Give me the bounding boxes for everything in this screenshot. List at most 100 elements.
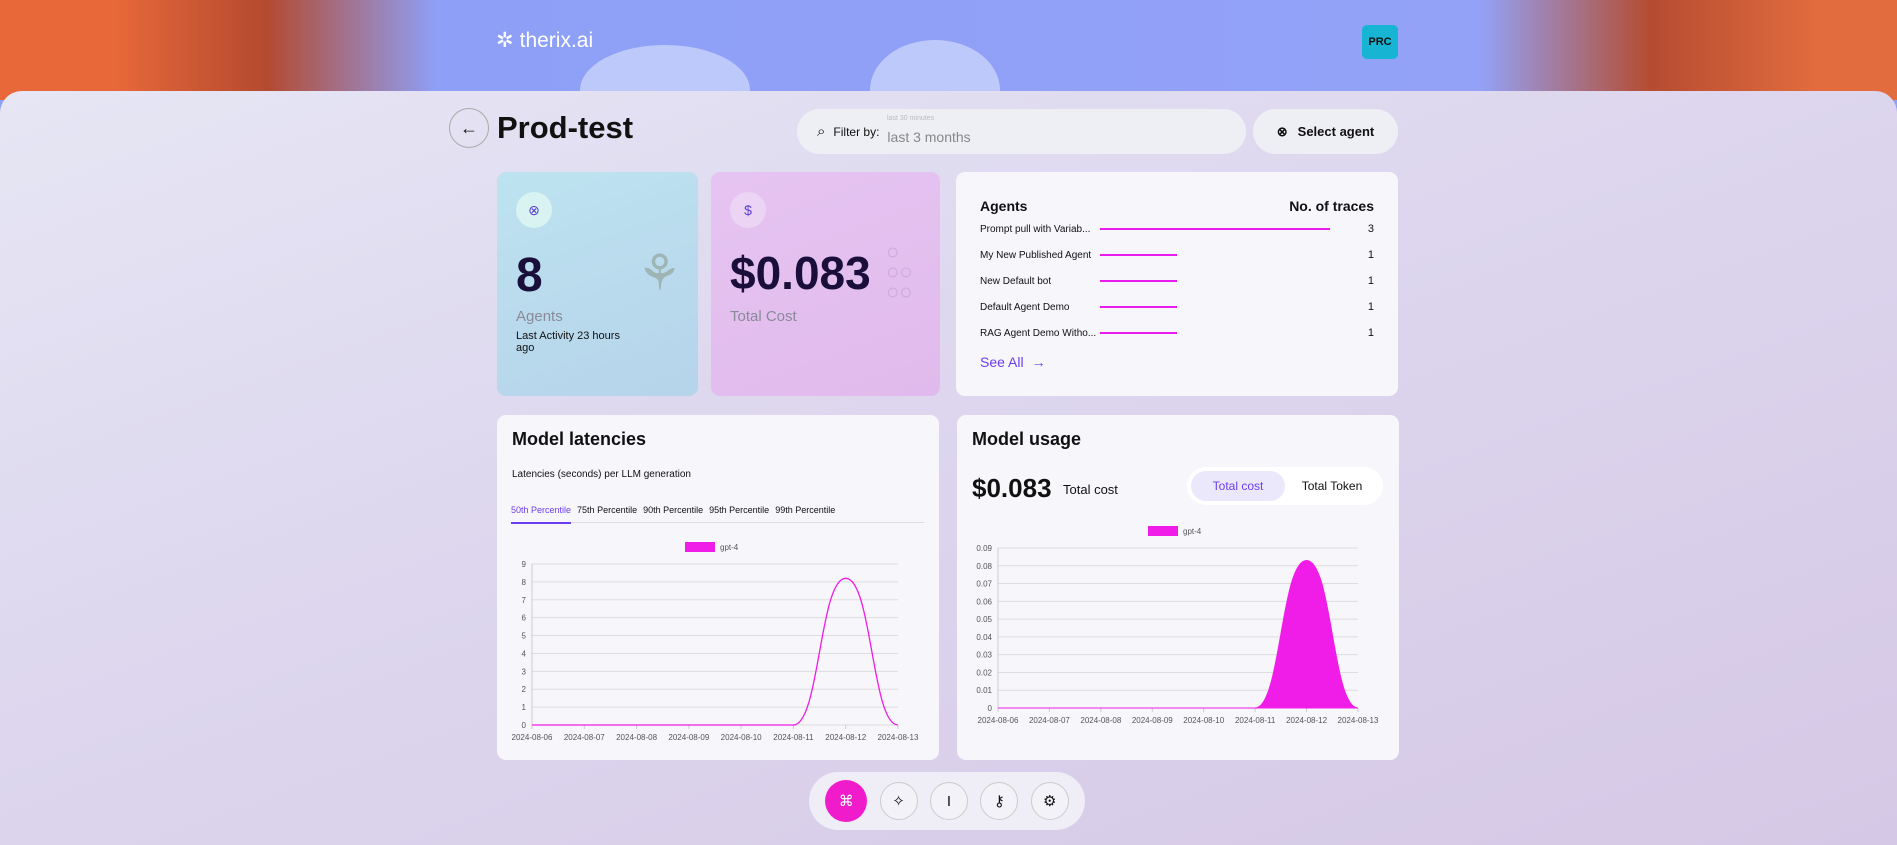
series-line-gpt-4: [532, 577, 899, 726]
x-tick-label: 2024-08-11: [1235, 716, 1276, 725]
x-tick-label: 2024-08-10: [721, 733, 762, 742]
command-nav-button[interactable]: ⌘: [825, 780, 868, 822]
trace-count: 1: [1367, 327, 1374, 339]
x-tick-label: 2024-08-10: [1183, 716, 1224, 725]
gear-nav-button[interactable]: ⚙: [1030, 782, 1069, 820]
flower-icon: ⚘: [637, 245, 682, 301]
legend-label: gpt-4: [1183, 527, 1202, 536]
traces-card: Agents No. of traces Prompt pull with Va…: [956, 172, 1398, 396]
trace-count: 3: [1367, 223, 1374, 235]
y-tick-label: 2: [522, 685, 527, 694]
y-tick-label: 1: [522, 703, 527, 712]
y-tick-label: 8: [522, 578, 527, 587]
arrow-left-icon: ←: [460, 117, 478, 138]
page-title: Prod-test: [497, 110, 634, 145]
filter-input[interactable]: ⌕ Filter by: last 30 minutes last 3 mont…: [797, 109, 1246, 154]
x-tick-label: 2024-08-09: [668, 733, 709, 742]
x-tick-label: 2024-08-12: [1286, 716, 1327, 725]
trace-row[interactable]: Default Agent Demo 1: [980, 300, 1374, 314]
trace-bar: [1100, 254, 1177, 256]
y-tick-label: 9: [522, 560, 527, 569]
key-nav-button[interactable]: ⚷: [980, 782, 1019, 820]
legend-swatch: [1148, 526, 1178, 536]
x-tick-label: 2024-08-07: [1029, 716, 1070, 725]
agent-name: My New Published Agent: [980, 249, 1092, 261]
select-agent-button[interactable]: ⊗ Select agent: [1253, 109, 1398, 154]
dollar-icon: $: [730, 192, 766, 228]
text-cursor-icon: I: [946, 792, 952, 810]
y-tick-label: 0.07: [976, 580, 992, 589]
agent-name: New Default bot: [980, 275, 1052, 287]
model-usage-panel: Model usage $0.083 Total cost Total cost…: [957, 415, 1399, 760]
y-tick-label: 0: [522, 721, 527, 730]
trace-row[interactable]: New Default bot 1: [980, 274, 1374, 288]
y-tick-label: 0.05: [976, 615, 992, 624]
total-cost-value: $0.083: [730, 247, 871, 299]
agent-icon: ⊗: [516, 192, 552, 228]
main-panel: [0, 91, 1897, 845]
y-tick-label: 0.03: [976, 651, 992, 660]
text-cursor-nav-button[interactable]: I: [929, 782, 968, 820]
trace-count: 1: [1367, 275, 1374, 287]
y-tick-label: 3: [522, 667, 527, 676]
last-activity: Last Activity 23 hours ago: [516, 330, 620, 354]
cost-card: $ $0.083 Total Cost ○ ○○ ○○: [711, 172, 940, 396]
gear-icon: ⚙: [1043, 793, 1057, 810]
x-tick-label: 2024-08-07: [564, 733, 605, 742]
bottom-nav: ⌘ ✧ I ⚷ ⚙: [809, 772, 1085, 830]
see-all-link[interactable]: See All →: [980, 354, 1046, 370]
x-tick-label: 2024-08-11: [773, 733, 814, 742]
agents-count: 8: [516, 249, 543, 302]
agents-card: ⊗ 8 Agents Last Activity 23 hours ago ⚘: [497, 172, 698, 396]
sparkles-icon: ✧: [892, 793, 905, 810]
x-tick-label: 2024-08-13: [1338, 716, 1379, 725]
y-tick-label: 0.09: [976, 544, 992, 553]
legend-swatch: [685, 542, 715, 552]
y-tick-label: 0.08: [976, 562, 992, 571]
filter-value: last 3 months: [887, 128, 971, 145]
back-button[interactable]: ←: [449, 108, 489, 148]
header-banner: ✲ therix.ai PRC: [0, 0, 1897, 140]
model-latencies-panel: Model latencies Latencies (seconds) per …: [497, 415, 939, 760]
trace-count: 1: [1367, 301, 1374, 313]
y-tick-label: 0: [988, 704, 993, 713]
x-tick-label: 2024-08-09: [1132, 716, 1173, 725]
trace-bar: [1100, 228, 1330, 230]
y-tick-label: 0.06: [976, 597, 992, 606]
sparkles-nav-button[interactable]: ✧: [879, 782, 918, 820]
legend-label: gpt-4: [720, 543, 739, 552]
command-icon: ⌘: [838, 793, 854, 810]
trace-row[interactable]: Prompt pull with Variab... 3: [980, 222, 1374, 236]
agent-icon: ⊗: [1276, 123, 1288, 139]
key-icon: ⚷: [993, 793, 1005, 810]
logo[interactable]: ✲ therix.ai: [496, 28, 593, 53]
x-tick-label: 2024-08-06: [512, 733, 553, 742]
avatar[interactable]: PRC: [1362, 25, 1398, 59]
search-icon: ⌕: [817, 123, 826, 140]
x-tick-label: 2024-08-13: [878, 733, 919, 742]
latency-chart: 0 1 2 3 4 5 6 7 8 9 2024-08-06 2024-08-07 2024-08-08…: [512, 542, 919, 742]
arrow-right-icon: →: [1031, 354, 1046, 370]
trace-row[interactable]: My New Published Agent 1: [980, 248, 1374, 262]
x-tick-label: 2024-08-08: [1080, 716, 1121, 725]
y-tick-label: 5: [522, 632, 527, 641]
y-tick-label: 6: [522, 614, 527, 623]
x-tick-label: 2024-08-06: [978, 716, 1019, 725]
y-tick-label: 7: [522, 596, 527, 605]
usage-chart: 0 0.01 0.02 0.03 0.04 0.05 0.06 0.07 0.08 0.09 202…: [976, 526, 1379, 725]
trace-count: 1: [1367, 249, 1374, 261]
y-tick-label: 0.04: [976, 633, 992, 642]
agent-name: RAG Agent Demo Witho...: [980, 327, 1097, 339]
x-tick-label: 2024-08-12: [825, 733, 866, 742]
y-tick-label: 0.01: [976, 686, 992, 695]
y-tick-label: 4: [522, 649, 527, 658]
trace-row[interactable]: RAG Agent Demo Witho... 1: [980, 326, 1374, 340]
agent-name: Default Agent Demo: [980, 301, 1070, 313]
agent-name: Prompt pull with Variab...: [980, 223, 1091, 235]
trace-bar: [1100, 280, 1177, 282]
trace-bar: [1100, 306, 1177, 308]
x-tick-label: 2024-08-08: [616, 733, 657, 742]
y-tick-label: 0.02: [976, 668, 992, 677]
logo-icon: ✲: [496, 29, 514, 52]
series-area-gpt-4: [997, 559, 1359, 709]
